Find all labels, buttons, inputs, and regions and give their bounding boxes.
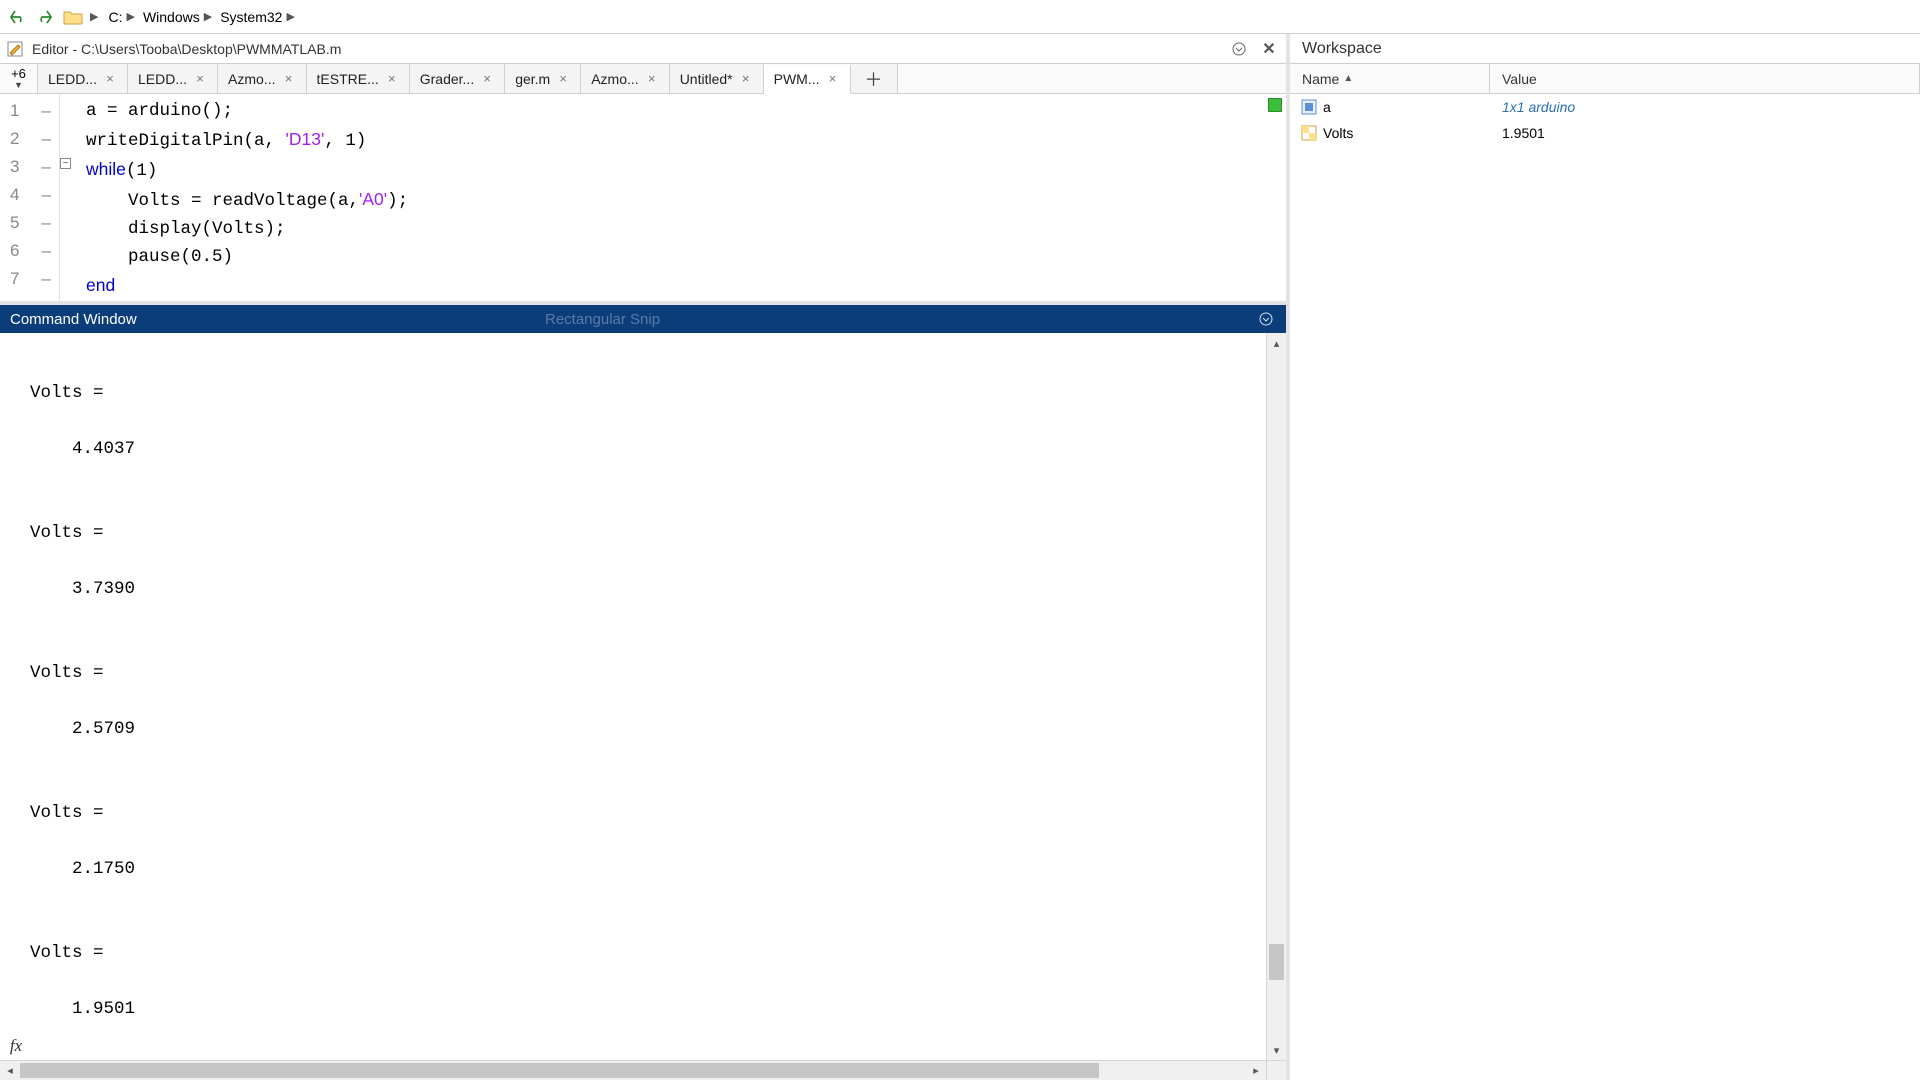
tab-close-icon[interactable]: × xyxy=(645,71,659,86)
fold-toggle-icon[interactable]: − xyxy=(60,158,71,169)
tab-close-icon[interactable]: × xyxy=(480,71,494,86)
editor-tab[interactable]: Azmo... × xyxy=(218,64,306,93)
tab-close-icon[interactable]: × xyxy=(103,71,117,86)
breadcrumb-segment[interactable]: System32 ▶ xyxy=(216,0,299,33)
editor-tab[interactable]: PWM... × xyxy=(764,65,851,94)
breadcrumb: C: ▶Windows ▶System32 ▶ xyxy=(104,0,298,33)
nav-forward-icon[interactable] xyxy=(34,6,56,28)
new-tab-button[interactable]: ＋ xyxy=(851,64,898,93)
editor-tab[interactable]: Azmo... × xyxy=(581,64,669,93)
nav-back-icon[interactable] xyxy=(6,6,28,28)
tab-label: tESTRE... xyxy=(317,71,379,87)
editor-title: Editor - C:\Users\Tooba\Desktop\PWMMATLA… xyxy=(32,41,341,57)
tab-close-icon[interactable]: × xyxy=(282,71,296,86)
editor-tab[interactable]: ger.m × xyxy=(505,64,581,93)
column-label: Name xyxy=(1302,71,1339,87)
chevron-icon: ▶ xyxy=(90,10,98,23)
column-label: Value xyxy=(1502,71,1537,87)
tab-label: ger.m xyxy=(515,71,550,87)
variable-value: 1x1 arduino xyxy=(1490,99,1575,115)
command-window-actions-icon[interactable] xyxy=(1256,309,1276,329)
editor-close-icon[interactable]: ✕ xyxy=(1258,38,1280,60)
tab-label: PWM... xyxy=(774,71,820,87)
workspace-title: Workspace xyxy=(1290,34,1920,64)
editor-tab[interactable]: Grader... × xyxy=(410,64,505,93)
scroll-down-icon[interactable]: ▾ xyxy=(1267,1040,1286,1060)
workspace-column-value[interactable]: Value xyxy=(1490,64,1920,93)
editor-tab[interactable]: tESTRE... × xyxy=(307,64,410,93)
editor-tabstrip: +6 ▼ LEDD...×LEDD...×Azmo...×tESTRE...×G… xyxy=(0,64,1286,94)
scroll-left-icon[interactable]: ◂ xyxy=(0,1061,20,1080)
scrollbar-track[interactable] xyxy=(1267,353,1286,1040)
tab-label: Azmo... xyxy=(228,71,275,87)
tab-label: Azmo... xyxy=(591,71,638,87)
chevron-down-icon: ▼ xyxy=(14,81,23,90)
line-number-gutter: 1–2–3–4–5–6–7– xyxy=(0,94,60,301)
folder-icon[interactable] xyxy=(62,6,84,28)
workspace-panel: Workspace Name ▲ Value a 1x1 arduino Volts… xyxy=(1290,34,1920,1080)
tab-label: LEDD... xyxy=(138,71,187,87)
variable-icon xyxy=(1300,125,1317,142)
editor-titlebar: Editor - C:\Users\Tooba\Desktop\PWMMATLA… xyxy=(0,34,1286,64)
variable-name: a xyxy=(1323,99,1331,115)
tab-overflow-button[interactable]: +6 ▼ xyxy=(0,64,38,93)
workspace-body[interactable]: a 1x1 arduino Volts 1.9501 xyxy=(1290,94,1920,1080)
breadcrumb-segment[interactable]: C: ▶ xyxy=(104,0,138,33)
command-window-output[interactable]: Volts = 4.4037 Volts = 3.7390 Volts = 2.… xyxy=(0,333,1286,1080)
tab-close-icon[interactable]: × xyxy=(385,71,399,86)
chevron-icon: ▶ xyxy=(126,10,134,23)
code-area[interactable]: a = arduino(); writeDigitalPin(a, 'D13',… xyxy=(78,94,1286,301)
scrollbar-track[interactable] xyxy=(20,1061,1246,1080)
variable-value: 1.9501 xyxy=(1490,125,1545,141)
editor-tab[interactable]: LEDD... × xyxy=(38,64,128,93)
breadcrumb-segment[interactable]: Windows ▶ xyxy=(139,0,216,33)
tab-close-icon[interactable]: × xyxy=(193,71,207,86)
editor-tab[interactable]: LEDD... × xyxy=(128,64,218,93)
tab-close-icon[interactable]: × xyxy=(739,71,753,86)
workspace-row[interactable]: a 1x1 arduino xyxy=(1290,94,1920,120)
tab-label: LEDD... xyxy=(48,71,97,87)
horizontal-scrollbar[interactable]: ◂ ▸ xyxy=(0,1060,1266,1080)
scrollbar-thumb[interactable] xyxy=(1269,944,1284,980)
editor-actions-dropdown-icon[interactable] xyxy=(1228,38,1250,60)
tab-overflow-count: +6 xyxy=(11,67,26,80)
workspace-header: Name ▲ Value xyxy=(1290,64,1920,94)
breadcrumb-label: System32 xyxy=(220,9,282,25)
workspace-column-name[interactable]: Name ▲ xyxy=(1290,64,1490,93)
tab-close-icon[interactable]: × xyxy=(826,71,840,86)
scroll-right-icon[interactable]: ▸ xyxy=(1246,1061,1266,1080)
scroll-up-icon[interactable]: ▴ xyxy=(1267,333,1286,353)
command-window-title: Command Window xyxy=(10,311,137,328)
variable-icon xyxy=(1300,99,1317,116)
scrollbar-thumb[interactable] xyxy=(20,1063,1099,1078)
code-status-indicator xyxy=(1268,98,1282,112)
tab-label: Untitled* xyxy=(680,71,733,87)
tab-label: Grader... xyxy=(420,71,474,87)
fx-prompt-icon[interactable]: fx xyxy=(6,1036,26,1056)
editor-tab[interactable]: Untitled* × xyxy=(670,64,764,93)
editor-icon xyxy=(6,40,24,58)
workspace-row[interactable]: Volts 1.9501 xyxy=(1290,120,1920,146)
breadcrumb-label: Windows xyxy=(143,9,200,25)
fold-gutter: − xyxy=(60,94,78,301)
snip-watermark: Rectangular Snip xyxy=(545,311,660,328)
command-window-titlebar: Command Window Rectangular Snip xyxy=(0,305,1286,333)
scrollbar-corner xyxy=(1266,1060,1286,1080)
vertical-scrollbar[interactable]: ▴ ▾ xyxy=(1266,333,1286,1060)
editor-body[interactable]: 1–2–3–4–5–6–7– − a = arduino(); writeDig… xyxy=(0,94,1286,305)
tab-close-icon[interactable]: × xyxy=(556,71,570,86)
chevron-icon: ▶ xyxy=(204,10,212,23)
chevron-icon: ▶ xyxy=(286,10,294,23)
command-window: Volts = 4.4037 Volts = 3.7390 Volts = 2.… xyxy=(0,333,1286,1080)
breadcrumb-label: C: xyxy=(108,9,122,25)
variable-name: Volts xyxy=(1323,125,1353,141)
sort-indicator-icon: ▲ xyxy=(1343,73,1353,84)
address-bar: ▶ C: ▶Windows ▶System32 ▶ xyxy=(0,0,1920,34)
